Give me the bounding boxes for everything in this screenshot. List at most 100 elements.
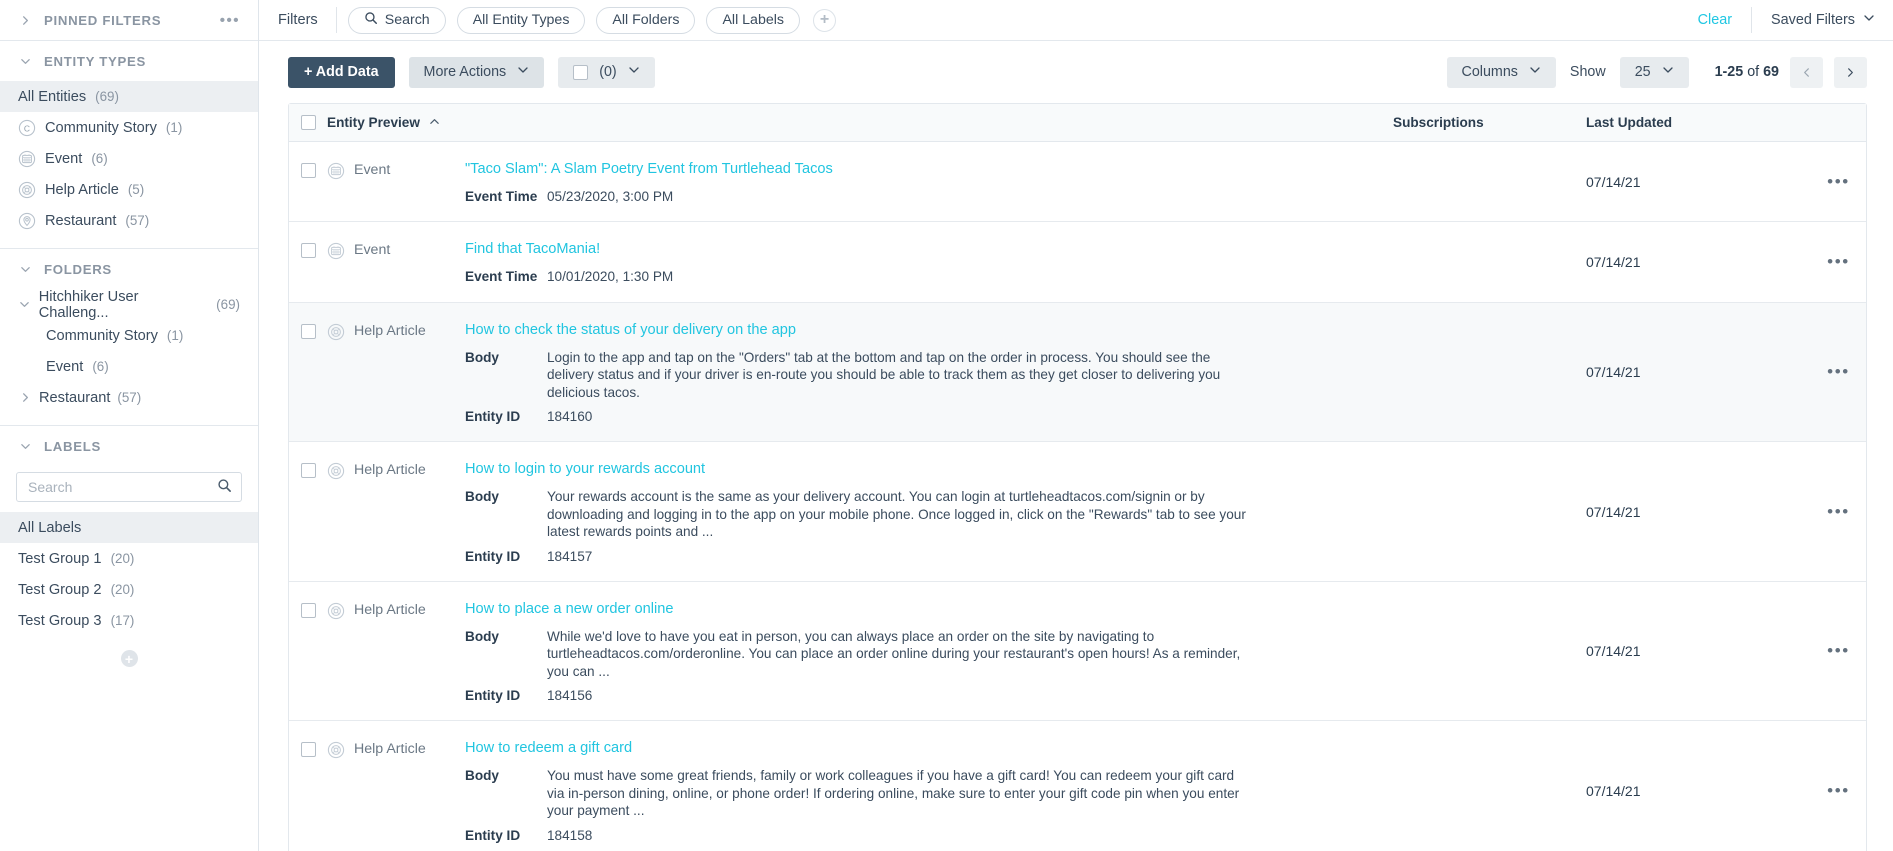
next-page-button[interactable] (1834, 56, 1867, 88)
chevron-down-icon[interactable] (18, 299, 32, 310)
table-container: Entity Preview Subscriptions Last Update… (259, 103, 1893, 851)
sidebar-item-event[interactable]: Event (6) (0, 143, 258, 174)
header-entity-preview[interactable]: Entity Preview (327, 115, 1393, 130)
row-actions-menu[interactable]: ••• (1811, 442, 1866, 581)
labels-title: LABELS (44, 438, 101, 454)
add-label-button[interactable]: + (120, 650, 138, 667)
row-actions-menu[interactable]: ••• (1811, 721, 1866, 851)
row-subscriptions-cell (1393, 721, 1586, 851)
row-checkbox[interactable] (300, 243, 316, 259)
sidebar-item-community-story[interactable]: C Community Story (1) (0, 112, 258, 143)
chevron-right-icon[interactable] (18, 15, 32, 26)
select-all-rows-checkbox[interactable] (300, 115, 316, 130)
table-row[interactable]: Event "Taco Slam": A Slam Poetry Event f… (289, 142, 1866, 223)
sort-ascending-icon[interactable] (429, 115, 440, 130)
select-all-checkbox[interactable] (573, 64, 589, 80)
entity-title-link[interactable]: How to place a new order online (465, 601, 1393, 617)
folder-root-hitchhiker[interactable]: Hitchhiker User Challeng... (69) (0, 288, 258, 321)
chevron-right-icon[interactable] (18, 392, 32, 403)
help-article-icon (327, 741, 345, 759)
add-filter-button[interactable]: + (812, 8, 836, 32)
range-of: of (1743, 64, 1764, 80)
folder-count: (69) (216, 297, 240, 312)
sidebar-item-test-group-1[interactable]: Test Group 1 (20) (0, 543, 258, 574)
folder-item-event[interactable]: Event (6) (0, 351, 258, 382)
entity-title-link[interactable]: How to redeem a gift card (465, 740, 1393, 756)
sidebar-section-labels[interactable]: LABELS (0, 426, 258, 466)
entity-title-link[interactable]: "Taco Slam": A Slam Poetry Event from Tu… (465, 161, 1393, 177)
filter-pill-all-entity-types[interactable]: All Entity Types (456, 6, 586, 34)
field-row: Event Time 10/01/2020, 1:30 PM (465, 268, 1393, 285)
labels-search-input[interactable] (26, 478, 217, 496)
field-row: Body Login to the app and tap on the "Or… (465, 349, 1393, 401)
saved-filters-dropdown[interactable]: Saved Filters (1752, 12, 1875, 28)
row-actions-menu[interactable]: ••• (1811, 222, 1866, 301)
search-icon[interactable] (217, 478, 232, 497)
sidebar-section-folders[interactable]: FOLDERS (0, 249, 258, 289)
prev-page-button[interactable] (1790, 56, 1823, 88)
row-checkbox[interactable] (300, 602, 316, 618)
svg-text:C: C (24, 123, 30, 133)
entity-title-link[interactable]: How to login to your rewards account (465, 461, 1393, 477)
row-checkbox[interactable] (300, 323, 316, 339)
table-row[interactable]: Help Article How to check the status of … (289, 302, 1866, 443)
chevron-down-icon[interactable] (18, 56, 32, 67)
row-entity-type: Help Article (327, 461, 465, 565)
entity-type-label: Event (354, 242, 391, 259)
row-actions-menu[interactable]: ••• (1811, 142, 1866, 221)
columns-label: Columns (1461, 64, 1518, 80)
sidebar-section-pinned-filters[interactable]: PINNED FILTERS ••• (0, 0, 258, 40)
row-checkbox[interactable] (300, 163, 316, 178)
row-last-updated: 07/14/21 (1586, 173, 1641, 190)
range-current: 1-25 (1714, 64, 1744, 80)
header-subscriptions[interactable]: Subscriptions (1393, 115, 1586, 130)
row-preview-cell: Event Find that TacoMania! Event Time 10… (327, 222, 1393, 301)
sidebar-item-test-group-2[interactable]: Test Group 2 (20) (0, 574, 258, 605)
ellipsis-horizontal-icon[interactable]: ••• (220, 12, 240, 29)
header-last-updated[interactable]: Last Updated (1586, 115, 1811, 130)
chevron-down-icon (1863, 12, 1875, 28)
chevron-down-icon[interactable] (18, 441, 32, 452)
add-data-button[interactable]: + Add Data (288, 56, 395, 88)
sidebar-item-all-labels[interactable]: All Labels (0, 512, 258, 543)
sidebar-item-restaurant[interactable]: Restaurant (57) (0, 205, 258, 236)
folder-label: Hitchhiker User Challeng... (38, 288, 139, 321)
label-count: (20) (110, 582, 135, 597)
filter-pill-search[interactable]: Search (347, 6, 446, 34)
row-checkbox[interactable] (300, 463, 316, 479)
row-last-updated: 07/14/21 (1586, 643, 1641, 660)
entity-title-link[interactable]: Find that TacoMania! (465, 241, 1393, 257)
labels-search-box[interactable] (16, 472, 242, 502)
table-row[interactable]: Help Article How to login to your reward… (289, 442, 1866, 582)
table-row[interactable]: Help Article How to redeem a gift card B… (289, 721, 1866, 851)
sidebar-item-label: Community Story (45, 119, 157, 136)
sidebar-item-count: (5) (127, 182, 145, 197)
row-preview-cell: Help Article How to redeem a gift card B… (327, 721, 1393, 851)
selection-dropdown[interactable]: (0) (558, 56, 655, 88)
columns-button[interactable]: Columns (1446, 56, 1556, 88)
clear-filters-button[interactable]: Clear (1679, 12, 1751, 28)
row-actions-menu[interactable]: ••• (1811, 303, 1866, 442)
folder-item-community-story[interactable]: Community Story (1) (0, 320, 258, 351)
filter-pill-all-labels[interactable]: All Labels (706, 6, 800, 34)
sidebar-item-help-article[interactable]: Help Article (5) (0, 174, 258, 205)
page-size-dropdown[interactable]: 25 (1619, 56, 1689, 88)
sidebar-item-test-group-3[interactable]: Test Group 3 (17) (0, 605, 258, 636)
row-checkbox[interactable] (300, 742, 316, 758)
field-value: 184158 (547, 827, 593, 843)
entity-title-link[interactable]: How to check the status of your delivery… (465, 322, 1393, 338)
filter-pill-all-folders[interactable]: All Folders (596, 6, 696, 34)
folder-item-restaurant[interactable]: Restaurant (57) (0, 382, 258, 413)
more-actions-button[interactable]: More Actions (408, 56, 545, 88)
pagination-range: 1-25 of 69 (1715, 64, 1779, 80)
row-actions-menu[interactable]: ••• (1811, 582, 1866, 721)
row-subscriptions-cell (1393, 442, 1586, 581)
sidebar-section-entity-types[interactable]: ENTITY TYPES (0, 41, 258, 81)
sidebar-item-all-entities[interactable]: All Entities (69) (0, 81, 258, 112)
table-row[interactable]: Event Find that TacoMania! Event Time 10… (289, 222, 1866, 303)
sidebar-item-count: (6) (91, 151, 108, 166)
chevron-down-icon[interactable] (18, 264, 32, 275)
table-row[interactable]: Help Article How to place a new order on… (289, 581, 1866, 722)
entity-types-title: ENTITY TYPES (44, 53, 146, 69)
sidebar: PINNED FILTERS ••• ENTITY TYPES All Enti… (0, 0, 259, 851)
